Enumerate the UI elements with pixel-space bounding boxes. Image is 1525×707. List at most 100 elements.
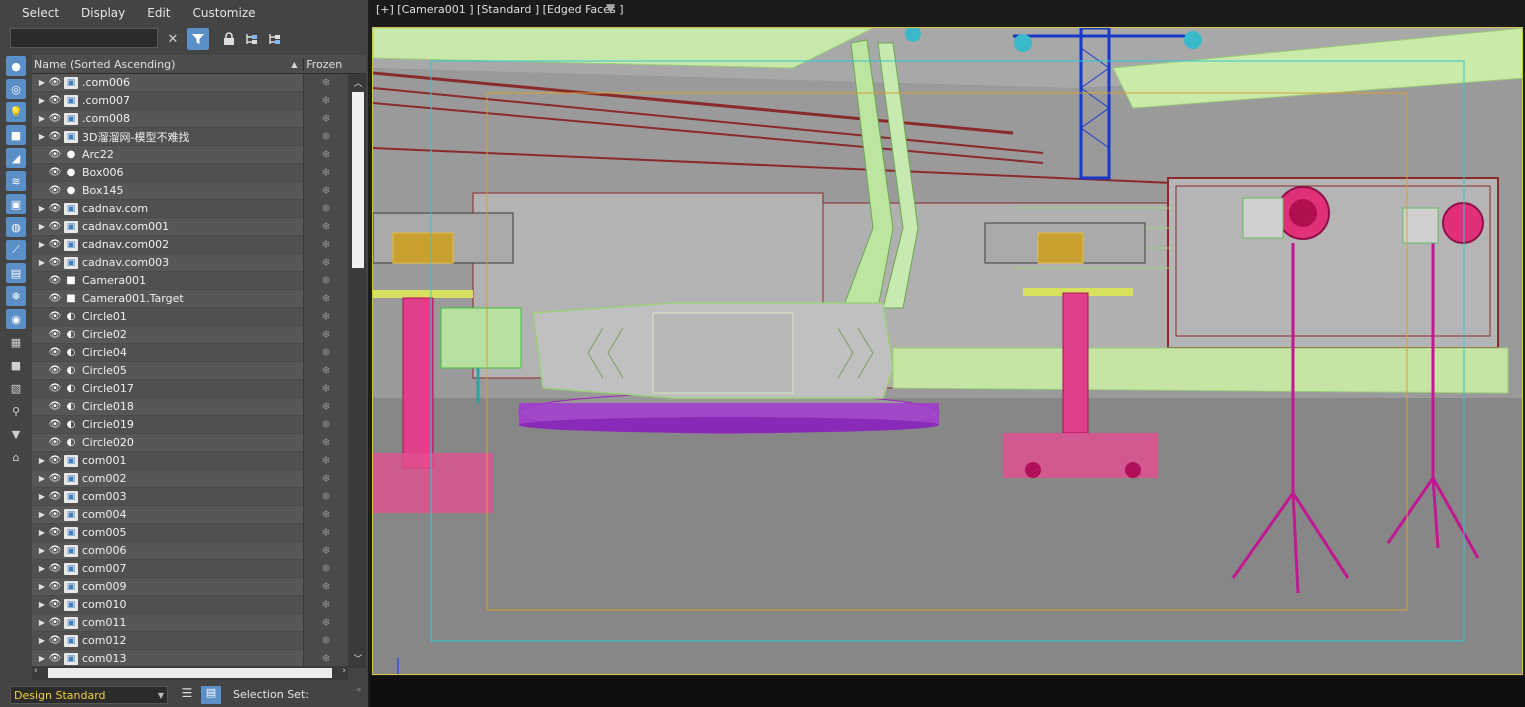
expand-arrow-icon[interactable]: ▶ xyxy=(36,492,48,501)
search-input[interactable] xyxy=(10,28,158,48)
list-item[interactable]: ▶ 👁 ▣ cadnav.com001 ❄ xyxy=(32,217,348,236)
list-item[interactable]: ▶ 👁 ▣ cadnav.com003 ❄ xyxy=(32,253,348,272)
layers-icon[interactable]: ☰ xyxy=(178,686,196,704)
list-item[interactable]: 👁 ● Box006 ❄ xyxy=(32,163,348,182)
snowflake-icon[interactable]: ❄ xyxy=(303,343,348,362)
expand-arrow-icon[interactable]: ▶ xyxy=(36,132,48,141)
scroll-down-icon[interactable]: ﹀ xyxy=(350,652,366,666)
list-item[interactable]: ▶ 👁 ▣ com006 ❄ xyxy=(32,541,348,560)
snowflake-icon[interactable]: ❄ xyxy=(303,127,348,146)
expand-arrow-icon[interactable]: ▶ xyxy=(36,528,48,537)
column-name-header[interactable]: Name (Sorted Ascending) xyxy=(32,58,291,71)
frozen-filter-icon[interactable]: ❄ xyxy=(6,286,26,306)
expand-arrow-icon[interactable]: ▶ xyxy=(36,456,48,465)
list-item[interactable]: ▶ 👁 ▣ com004 ❄ xyxy=(32,505,348,524)
list-item[interactable]: 👁 ◐ Circle019 ❄ xyxy=(32,415,348,434)
snowflake-icon[interactable]: ❄ xyxy=(303,181,348,200)
eye-icon[interactable]: 👁 xyxy=(48,455,62,466)
list-item[interactable]: ▶ 👁 ▣ .com006 ❄ xyxy=(32,73,348,92)
funnel-small-icon[interactable]: ▼ xyxy=(6,424,26,444)
hidden-filter-icon[interactable]: ◉ xyxy=(6,309,26,329)
snowflake-icon[interactable]: ❄ xyxy=(303,541,348,560)
snowflake-icon[interactable]: ❄ xyxy=(303,397,348,416)
snowflake-icon[interactable]: ❄ xyxy=(303,487,348,506)
expand-arrow-icon[interactable]: ▶ xyxy=(36,600,48,609)
eye-icon[interactable]: 👁 xyxy=(48,329,62,340)
shapes-filter-icon[interactable]: ◎ xyxy=(6,79,26,99)
scroll-right-icon[interactable]: › xyxy=(342,666,346,676)
list-item[interactable]: ▶ 👁 ▣ 3D溜溜网-模型不难找 ❄ xyxy=(32,127,348,146)
eye-icon[interactable]: 👁 xyxy=(48,95,62,106)
snowflake-icon[interactable]: ❄ xyxy=(303,73,348,92)
expand-arrow-icon[interactable]: ▶ xyxy=(36,618,48,627)
camera-viewport[interactable] xyxy=(372,27,1523,675)
snowflake-icon[interactable]: ❄ xyxy=(303,253,348,272)
eye-icon[interactable]: 👁 xyxy=(48,545,62,556)
snowflake-icon[interactable]: ❄ xyxy=(303,307,348,326)
eye-icon[interactable]: 👁 xyxy=(48,419,62,430)
snowflake-icon[interactable]: ❄ xyxy=(303,523,348,542)
scroll-thumb[interactable] xyxy=(352,92,364,268)
clear-search-icon[interactable]: ✕ xyxy=(162,28,184,50)
list-item[interactable]: 👁 ● Arc22 ❄ xyxy=(32,145,348,164)
list-item[interactable]: ▶ 👁 ▣ .com008 ❄ xyxy=(32,109,348,128)
list-item[interactable]: ▶ 👁 ▣ cadnav.com002 ❄ xyxy=(32,235,348,254)
lights-filter-icon[interactable]: 💡 xyxy=(6,102,26,122)
expand-arrow-icon[interactable]: ▶ xyxy=(36,96,48,105)
eye-icon[interactable]: 👁 xyxy=(48,491,62,502)
column-frozen-header[interactable]: Frozen xyxy=(303,57,366,71)
snowflake-icon[interactable]: ❄ xyxy=(303,271,348,290)
expand-arrow-icon[interactable]: ▶ xyxy=(36,258,48,267)
list-item[interactable]: 👁 ◐ Circle02 ❄ xyxy=(32,325,348,344)
snowflake-icon[interactable]: ❄ xyxy=(303,379,348,398)
list-item[interactable]: 👁 ◐ Circle020 ❄ xyxy=(32,433,348,452)
eye-icon[interactable]: 👁 xyxy=(48,581,62,592)
groups-filter-icon[interactable]: ▣ xyxy=(6,194,26,214)
expand-arrow-icon[interactable]: ▶ xyxy=(36,204,48,213)
snowflake-icon[interactable]: ❄ xyxy=(303,199,348,218)
list-item[interactable]: ▶ 👁 ▣ com003 ❄ xyxy=(32,487,348,506)
cameras-filter-icon[interactable]: ■ xyxy=(6,125,26,145)
display-all-icon[interactable]: ▦ xyxy=(6,332,26,352)
eye-icon[interactable]: 👁 xyxy=(48,347,62,358)
horizontal-scrollbar[interactable]: ‹ › xyxy=(32,666,348,680)
list-item[interactable]: ▶ 👁 ▣ cadnav.com ❄ xyxy=(32,199,348,218)
expand-arrow-icon[interactable]: ▶ xyxy=(36,564,48,573)
snowflake-icon[interactable]: ❄ xyxy=(303,649,348,668)
snowflake-icon[interactable]: ❄ xyxy=(303,433,348,452)
list-item[interactable]: 👁 ● Box145 ❄ xyxy=(32,181,348,200)
eye-icon[interactable]: 👁 xyxy=(48,221,62,232)
eye-icon[interactable]: 👁 xyxy=(48,527,62,538)
menu-edit[interactable]: Edit xyxy=(136,6,181,20)
display-none-icon[interactable]: ■ xyxy=(6,355,26,375)
hierarchy-view-icon[interactable]: ▤ xyxy=(201,686,221,704)
snowflake-icon[interactable]: ❄ xyxy=(303,559,348,578)
xrefs-filter-icon[interactable]: ◍ xyxy=(6,217,26,237)
expand-arrow-icon[interactable]: ▶ xyxy=(36,78,48,87)
containers-filter-icon[interactable]: ▤ xyxy=(6,263,26,283)
eye-icon[interactable]: 👁 xyxy=(48,185,62,196)
snowflake-icon[interactable]: ❄ xyxy=(303,631,348,650)
eye-icon[interactable]: 👁 xyxy=(48,365,62,376)
expand-arrow-icon[interactable]: ▶ xyxy=(36,654,48,663)
resize-grip-icon[interactable]: » xyxy=(356,685,362,695)
hierarchy-alt-icon[interactable] xyxy=(264,28,286,50)
helpers-filter-icon[interactable]: ◢ xyxy=(6,148,26,168)
snowflake-icon[interactable]: ❄ xyxy=(303,361,348,380)
expand-arrow-icon[interactable]: ▶ xyxy=(36,546,48,555)
snowflake-icon[interactable]: ❄ xyxy=(303,145,348,164)
extra-filter-icon[interactable]: ⌂ xyxy=(6,447,26,467)
lock-icon[interactable] xyxy=(218,28,240,50)
list-item[interactable]: ▶ 👁 ▣ com007 ❄ xyxy=(32,559,348,578)
list-item[interactable]: 👁 ◐ Circle04 ❄ xyxy=(32,343,348,362)
viewport-label[interactable]: [+] [Camera001 ] [Standard ] [Edged Face… xyxy=(376,3,624,16)
expand-arrow-icon[interactable]: ▶ xyxy=(36,222,48,231)
list-item[interactable]: ▶ 👁 ▣ .com007 ❄ xyxy=(32,91,348,110)
expand-arrow-icon[interactable]: ▶ xyxy=(36,636,48,645)
eye-icon[interactable]: 👁 xyxy=(48,239,62,250)
workspace-dropdown[interactable]: Design Standard ▼ xyxy=(10,686,168,704)
eye-icon[interactable]: 👁 xyxy=(48,635,62,646)
horizontal-scroll-thumb[interactable] xyxy=(48,668,332,678)
snowflake-icon[interactable]: ❄ xyxy=(303,91,348,110)
vertical-scrollbar[interactable]: ︿ ﹀ xyxy=(350,74,366,668)
